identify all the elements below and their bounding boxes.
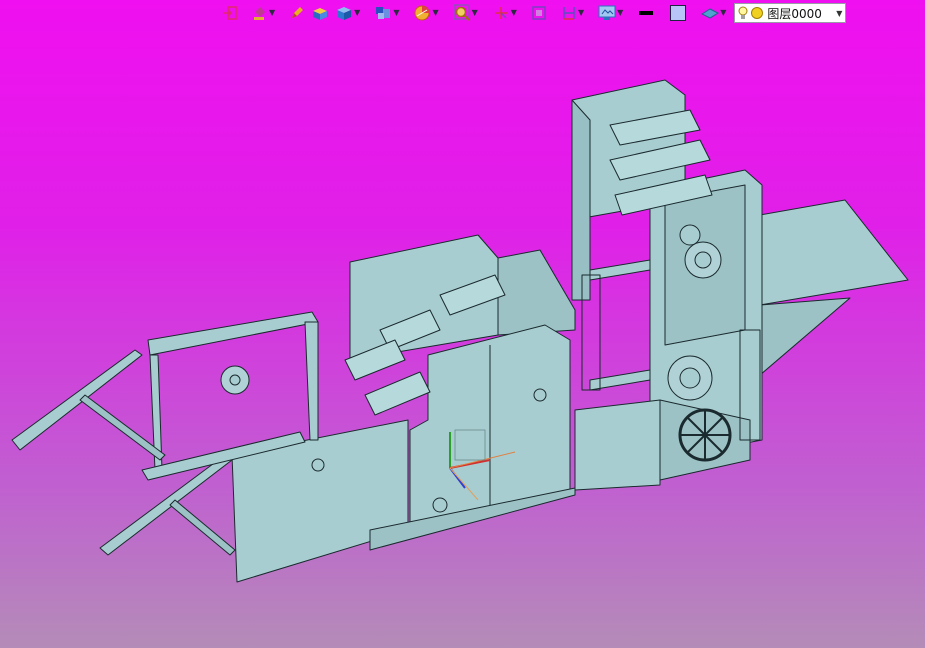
machine-model [11, 79, 909, 583]
3d-viewport[interactable]: ▼ ▼ ▼ ▼ ▼ ▼ ▼ ▼ ▼ 图层0000 ▼ [0, 0, 925, 648]
